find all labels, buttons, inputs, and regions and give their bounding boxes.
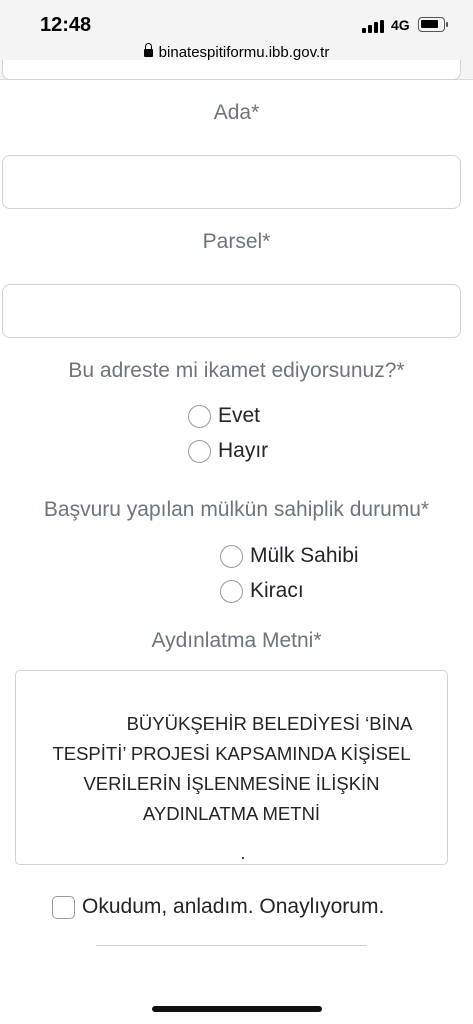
- ownership-question: Başvuru yapılan mülkün sahiplik durumu*: [43, 498, 430, 521]
- parsel-label: Parsel*: [202, 230, 271, 253]
- parsel-input[interactable]: [2, 284, 461, 338]
- home-indicator[interactable]: [152, 1006, 322, 1012]
- radio-button[interactable]: [220, 544, 243, 568]
- notice-text-continuation: [242, 857, 244, 859]
- consent-checkbox-row[interactable]: Okudum, anladım. Onaylıyorum.: [52, 893, 384, 921]
- consent-label: Okudum, anladım. Onaylıyorum.: [82, 895, 385, 918]
- radio-label: Kiracı: [250, 579, 304, 602]
- radio-button[interactable]: [188, 404, 211, 428]
- ada-input[interactable]: [2, 155, 461, 209]
- ada-label: Ada*: [213, 101, 260, 124]
- radio-option-kiraci[interactable]: Kiracı: [220, 577, 304, 605]
- consent-checkbox[interactable]: [52, 895, 75, 919]
- notice-text-box[interactable]: BÜYÜKŞEHİR BELEDİYESİ ‘BİNA TESPİTİ’ PRO…: [15, 670, 448, 865]
- address-bar[interactable]: binatespitiformu.ibb.gov.tr: [0, 43, 473, 61]
- radio-option-hayir[interactable]: Hayır: [188, 437, 268, 465]
- notice-label: Aydınlatma Metni*: [151, 629, 322, 652]
- battery-icon: [418, 17, 448, 32]
- signal-icon: [362, 20, 384, 33]
- notice-title: BÜYÜKŞEHİR BELEDİYESİ ‘BİNA TESPİTİ’ PRO…: [52, 713, 413, 824]
- radio-button[interactable]: [188, 439, 211, 463]
- status-time: 12:48: [40, 14, 92, 36]
- radio-label: Hayır: [218, 439, 269, 462]
- radio-label: Evet: [218, 404, 261, 427]
- network-type: 4G: [391, 17, 410, 33]
- radio-label: Mülk Sahibi: [250, 544, 359, 567]
- radio-button[interactable]: [220, 579, 243, 603]
- divider: [96, 945, 367, 946]
- radio-option-evet[interactable]: Evet: [188, 402, 260, 430]
- residence-question: Bu adreste mi ikamet ediyorsunuz?*: [68, 359, 405, 382]
- radio-option-mulk-sahibi[interactable]: Mülk Sahibi: [220, 542, 359, 570]
- previous-field[interactable]: [2, 60, 461, 80]
- lock-icon: [143, 43, 153, 57]
- url-text: binatespitiformu.ibb.gov.tr: [158, 44, 330, 61]
